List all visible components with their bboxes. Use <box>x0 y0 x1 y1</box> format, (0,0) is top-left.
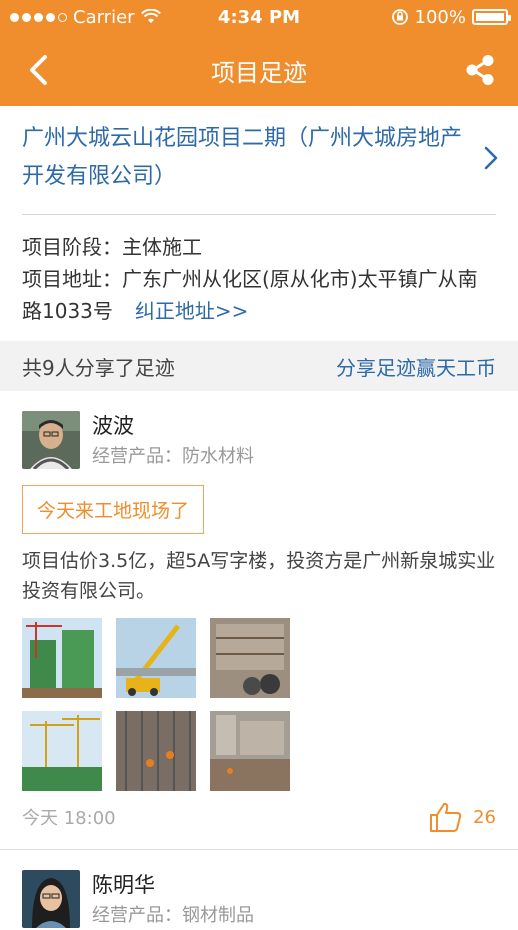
page-title: 项目足迹 <box>211 58 307 87</box>
user-name[interactable]: 陈明华 <box>92 870 254 900</box>
wifi-icon <box>140 9 161 23</box>
stage-value: 主体施工 <box>122 235 202 259</box>
stage-label: 项目阶段： <box>22 235 122 259</box>
post-header: 波波 经营产品：防水材料 <box>22 411 496 471</box>
site-photo[interactable] <box>116 711 196 791</box>
battery-percent: 100% <box>414 6 466 28</box>
post-header: 陈明华 经营产品：钢材制品 <box>22 870 496 930</box>
site-photo[interactable] <box>22 711 102 791</box>
address-label: 项目地址： <box>22 267 122 291</box>
share-icon <box>466 55 494 85</box>
user-product: 经营产品：防水材料 <box>92 446 254 467</box>
share-bar: 共9人分享了足迹 分享足迹赢天工币 <box>0 341 518 391</box>
project-address-row: 项目地址：广东广州从化区(原从化市)太平镇广从南路1033号 纠正地址>> <box>22 263 496 327</box>
checkin-tag: 今天来工地现场了 <box>22 485 205 534</box>
battery-icon <box>472 9 511 25</box>
status-bar-right: 100% <box>328 6 511 28</box>
post-item: 波波 经营产品：防水材料 今天来工地现场了 项目估价3.5亿，超5A写字楼，投资… <box>0 391 518 849</box>
project-header[interactable]: 广州大城云山花园项目二期（广州大城房地产开发有限公司） <box>0 106 518 214</box>
share-count: 共9人分享了足迹 <box>22 355 175 380</box>
project-name: 广州大城云山花园项目二期（广州大城房地产开发有限公司） <box>22 126 463 189</box>
post-time: 今天 18:00 <box>22 808 116 829</box>
back-button[interactable] <box>18 50 58 90</box>
user-meta: 陈明华 经营产品：钢材制品 <box>92 870 254 930</box>
user-meta: 波波 经营产品：防水材料 <box>92 411 254 471</box>
post-item: 陈明华 经营产品：钢材制品 <box>0 850 518 930</box>
project-stage-row: 项目阶段：主体施工 <box>22 231 496 263</box>
status-time: 4:34 PM <box>217 6 301 28</box>
site-photo[interactable] <box>210 711 290 791</box>
avatar[interactable] <box>22 411 80 469</box>
site-photo[interactable] <box>210 618 290 698</box>
avatar[interactable] <box>22 870 80 928</box>
like-count: 26 <box>473 806 496 828</box>
site-photo[interactable] <box>116 618 196 698</box>
thumbs-up-icon <box>430 802 462 832</box>
post-text: 项目估价3.5亿，超5A写字楼，投资方是广州新泉城实业投资有限公司。 <box>22 550 496 602</box>
share-button[interactable] <box>460 50 500 90</box>
rotation-lock-icon <box>391 9 408 25</box>
site-photo[interactable] <box>22 618 102 698</box>
signal-icon <box>10 12 67 22</box>
like-button[interactable]: 26 <box>429 801 496 833</box>
status-bar: Carrier 4:34 PM 100% <box>0 0 518 34</box>
status-bar-left: Carrier <box>10 7 190 28</box>
nav-bar: 项目足迹 <box>0 34 518 106</box>
project-info: 项目阶段：主体施工 项目地址：广东广州从化区(原从化市)太平镇广从南路1033号… <box>0 215 518 341</box>
carrier-label: Carrier <box>73 6 135 28</box>
user-name[interactable]: 波波 <box>92 411 254 441</box>
chevron-left-icon <box>30 55 47 85</box>
chevron-right-icon <box>484 146 498 170</box>
user-product: 经营产品：钢材制品 <box>92 905 254 926</box>
share-earn-link[interactable]: 分享足迹赢天工币 <box>336 352 496 381</box>
photo-grid <box>22 618 496 791</box>
post-footer: 今天 18:00 26 <box>22 801 496 849</box>
fix-address-link[interactable]: 纠正地址>> <box>135 299 249 323</box>
